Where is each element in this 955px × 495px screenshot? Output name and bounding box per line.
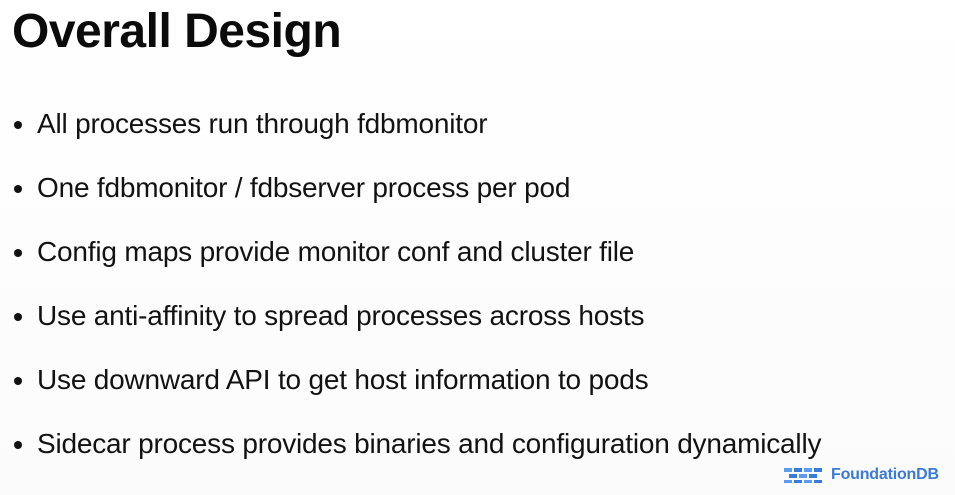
bullet-item: All processes run through fdbmonitor <box>12 104 942 168</box>
bullet-dot-icon <box>14 249 22 257</box>
bullet-text: Use downward API to get host information… <box>37 364 649 395</box>
foundationdb-brand: FoundationDB <box>783 464 939 486</box>
bullet-item: Use anti-affinity to spread processes ac… <box>12 296 942 360</box>
bullet-text: All processes run through fdbmonitor <box>37 108 488 139</box>
foundationdb-wordmark: FoundationDB <box>831 466 939 483</box>
bullet-item: One fdbmonitor / fdbserver process per p… <box>12 168 942 232</box>
bullet-dot-icon <box>14 441 22 449</box>
bullet-dot-icon <box>14 121 22 129</box>
bullet-text: Config maps provide monitor conf and clu… <box>37 236 635 267</box>
bullet-list: All processes run through fdbmonitor One… <box>12 104 942 488</box>
foundationdb-logo-icon <box>783 466 823 484</box>
slide: Overall Design All processes run through… <box>0 0 955 495</box>
bullet-item: Config maps provide monitor conf and clu… <box>12 232 942 296</box>
bullet-dot-icon <box>14 313 22 321</box>
bullet-dot-icon <box>14 377 22 385</box>
bullet-text: One fdbmonitor / fdbserver process per p… <box>37 172 571 203</box>
bullet-item: Use downward API to get host information… <box>12 360 942 424</box>
bullet-text: Use anti-affinity to spread processes ac… <box>37 300 645 331</box>
bullet-dot-icon <box>14 185 22 193</box>
bullet-text: Sidecar process provides binaries and co… <box>37 428 822 459</box>
slide-title: Overall Design <box>12 5 342 58</box>
